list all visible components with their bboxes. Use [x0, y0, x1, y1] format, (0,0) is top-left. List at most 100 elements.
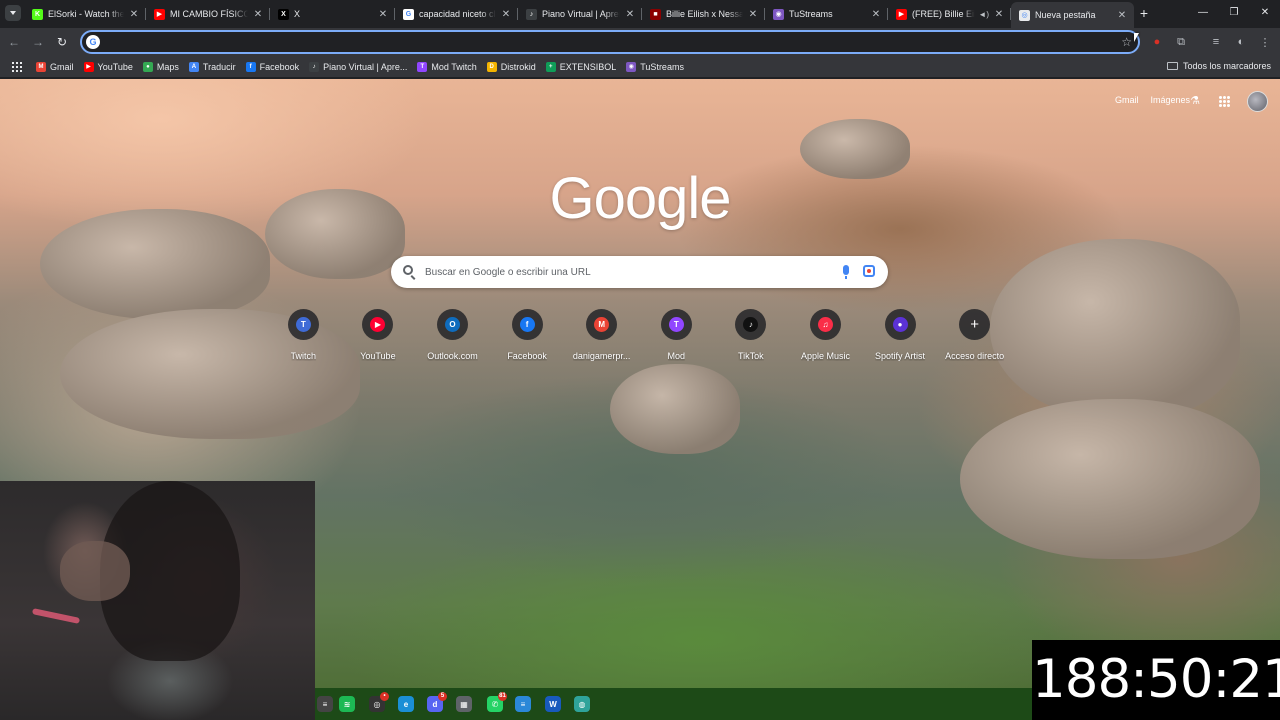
tab-title: Billie Eilish x Nessa B: [666, 9, 743, 19]
apple-music-icon: ♫: [817, 317, 833, 332]
bookmark-traducir[interactable]: A Traducir: [188, 61, 236, 72]
close-tab-icon[interactable]: ✕: [624, 9, 636, 20]
tab-search-button[interactable]: [5, 5, 21, 21]
background-rock: [990, 239, 1240, 419]
close-window-button[interactable]: ✕: [1250, 4, 1280, 22]
all-bookmarks-button[interactable]: Todos los marcadores: [1166, 61, 1271, 71]
close-tab-icon[interactable]: ✕: [128, 9, 140, 20]
new-tab-button[interactable]: +: [1137, 5, 1151, 21]
tab-4[interactable]: Gcapacidad niceto club ✕: [395, 2, 518, 26]
bookmark-tustreams[interactable]: ◉ TuStreams: [626, 61, 684, 72]
stream-timer: 188:50:21: [1032, 640, 1280, 720]
close-tab-icon[interactable]: ✕: [500, 9, 512, 20]
google-lens-icon[interactable]: [863, 265, 875, 277]
close-tab-icon[interactable]: ✕: [993, 9, 1005, 20]
shortcut-tile[interactable]: f Facebook: [490, 309, 565, 361]
bookmark-list: M Gmail ▶ YouTube ● Maps A Traducir f Facebook ♪ Pi…: [36, 61, 694, 72]
tab-7[interactable]: ◉ TuStreams ✕: [765, 2, 888, 26]
tab-9[interactable]: ◎ Nueva pestaña ✕: [1011, 2, 1134, 28]
extensions-puzzle-icon[interactable]: ⧉: [1173, 34, 1189, 50]
shortcut-tile[interactable]: Mdanigamerpr...: [564, 309, 639, 361]
bookmarks-bar: M Gmail ▶ YouTube ● Maps A Traducir f Facebook ♪ Pi…: [0, 56, 1280, 78]
close-tab-icon[interactable]: ✕: [252, 9, 264, 20]
tab-1[interactable]: K ElSorki - Watch the V ✕: [24, 2, 146, 26]
webcam-overlay: [0, 481, 315, 720]
taskbar-obs-icon[interactable]: ◎ •: [369, 692, 389, 712]
gmail-link[interactable]: Gmail: [1115, 95, 1139, 105]
minimize-button[interactable]: —: [1188, 4, 1218, 22]
account-avatar[interactable]: [1247, 91, 1268, 112]
tab-2[interactable]: ▶ MI CAMBIO FÍSICO P ✕: [146, 2, 270, 26]
ntp-search-input[interactable]: [425, 264, 825, 280]
tab-6[interactable]: ■ Billie Eilish x Nessa B ✕: [642, 2, 765, 26]
close-tab-icon[interactable]: ✕: [1116, 10, 1128, 21]
shortcut-tile[interactable]: ♪ TikTok: [714, 309, 789, 361]
google-apps-icon[interactable]: [1219, 96, 1230, 107]
bookmark-piano-virtual-apre[interactable]: ♪ Piano Virtual | Apre...: [309, 61, 407, 72]
shortcut-label: Facebook: [507, 351, 547, 361]
taskbar-calculator-icon[interactable]: ≡: [317, 696, 333, 712]
shortcut-tile[interactable]: + Acceso directo: [937, 309, 1012, 361]
back-button[interactable]: ←: [6, 34, 22, 50]
shortcut-icon-circle: O: [436, 309, 468, 340]
shortcut-label: Spotify Artist: [875, 351, 926, 361]
shortcut-label: Acceso directo: [945, 351, 1005, 361]
shortcut-tile[interactable]: ♫ Apple Music: [788, 309, 863, 361]
bookmark-mod-twitch[interactable]: T Mod Twitch: [417, 61, 477, 72]
shortcut-label: danigamerpr...: [572, 351, 631, 361]
close-tab-icon[interactable]: ✕: [747, 9, 759, 20]
google-logo: Google: [549, 166, 731, 231]
taskbar-calculator-icon[interactable]: ▦: [456, 696, 472, 712]
bookmark-maps[interactable]: ● Maps: [142, 61, 179, 72]
address-input[interactable]: [106, 34, 1106, 50]
taskbar-notepad-icon[interactable]: ≡: [515, 696, 531, 712]
microphone-icon[interactable]: [843, 265, 849, 279]
bookmark-gmail[interactable]: M Gmail: [36, 61, 74, 72]
close-tab-icon[interactable]: ✕: [377, 9, 389, 20]
bookmark-youtube[interactable]: ▶ YouTube: [83, 61, 133, 72]
maximize-button[interactable]: ❐: [1219, 4, 1249, 22]
shortcut-tile[interactable]: T Twitch: [266, 309, 341, 361]
gmail-icon: M: [36, 61, 46, 72]
shortcut-tile[interactable]: O Outlook.com: [415, 309, 490, 361]
bookmark-facebook[interactable]: f Facebook: [245, 61, 299, 72]
menu-icon[interactable]: ⋮: [1257, 34, 1273, 50]
tab-8[interactable]: ▶ (FREE) Billie Eilish◄) ✕: [888, 2, 1011, 26]
close-tab-icon[interactable]: ✕: [870, 9, 882, 20]
speaker-icon[interactable]: ◄): [978, 10, 989, 19]
shortcut-tile[interactable]: ▶ YouTube: [341, 309, 416, 361]
profile-avatar[interactable]: ◐: [1233, 34, 1249, 50]
taskbar-word-icon[interactable]: W: [545, 696, 561, 712]
taskbar-spotify-icon[interactable]: ≋: [339, 696, 355, 712]
taskbar-globe-icon[interactable]: ◍: [574, 696, 590, 712]
twitch-icon: T: [295, 317, 311, 332]
shortcut-tile[interactable]: T Mod: [639, 309, 714, 361]
bookmark-star-icon[interactable]: ☆: [1121, 34, 1132, 50]
tustreams-icon: ◉: [626, 61, 637, 72]
bookmark-distrokid[interactable]: D Distrokid: [486, 61, 536, 72]
shortcut-tile[interactable]: ● Spotify Artist: [863, 309, 938, 361]
shortcut-label: Outlook.com: [427, 351, 478, 361]
distrokid-icon: D: [486, 61, 497, 72]
all-bookmarks-label: Todos los marcadores: [1182, 61, 1271, 71]
forward-button[interactable]: →: [30, 34, 46, 50]
taskbar-discord-icon[interactable]: d5: [427, 692, 447, 712]
tab-5[interactable]: ♪ Piano Virtual | Apren ✕: [518, 2, 642, 26]
apps-grid-icon[interactable]: [12, 61, 22, 72]
tustreams-icon: ◉: [773, 8, 784, 20]
bookmark-extensibol[interactable]: + EXTENSIBOL: [545, 61, 616, 72]
reload-button[interactable]: ↻: [54, 34, 70, 50]
tab-3[interactable]: X X ✕: [270, 2, 395, 26]
browser-toolbar: ← → ↻ G ☆ ● ⧉ ≡ ◐ ⋮: [0, 28, 1280, 56]
reading-list-icon[interactable]: ≡: [1208, 34, 1224, 50]
shortcut-icon-circle: f: [511, 309, 543, 340]
images-link[interactable]: Imágenes: [1150, 95, 1190, 105]
labs-flask-icon[interactable]: ⚗: [1190, 94, 1200, 107]
taskbar-edge-icon[interactable]: e: [398, 696, 414, 712]
taskbar-whatsapp-icon[interactable]: ✆ 81: [487, 692, 507, 712]
extension-icon[interactable]: ●: [1149, 34, 1165, 50]
chrome-icon: ◎: [1019, 9, 1030, 21]
ntp-search-box[interactable]: [391, 256, 888, 288]
tab-title: Nueva pestaña: [1035, 10, 1096, 20]
address-bar[interactable]: G ☆: [80, 30, 1140, 54]
